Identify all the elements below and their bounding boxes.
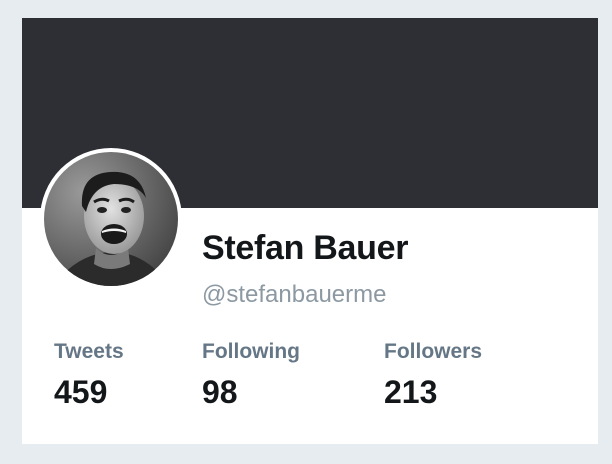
- avatar-photo: [44, 152, 178, 286]
- profile-handle[interactable]: @stefanbauerme: [202, 281, 386, 309]
- avatar[interactable]: [40, 148, 182, 290]
- profile-name[interactable]: Stefan Bauer: [202, 229, 408, 268]
- stat-followers[interactable]: Followers 213: [384, 340, 482, 411]
- stat-tweets-label: Tweets: [54, 340, 124, 363]
- stat-tweets-value: 459: [54, 374, 108, 410]
- stat-followers-value: 213: [384, 374, 438, 410]
- stat-followers-label: Followers: [384, 340, 483, 363]
- stat-following-value: 98: [202, 374, 238, 410]
- stat-following[interactable]: Following 98: [202, 340, 300, 411]
- stat-following-label: Following: [202, 340, 300, 363]
- profile-card: Stefan Bauer @stefanbauerme Tweets 459 F…: [22, 18, 598, 444]
- stat-tweets[interactable]: Tweets 459: [54, 340, 124, 411]
